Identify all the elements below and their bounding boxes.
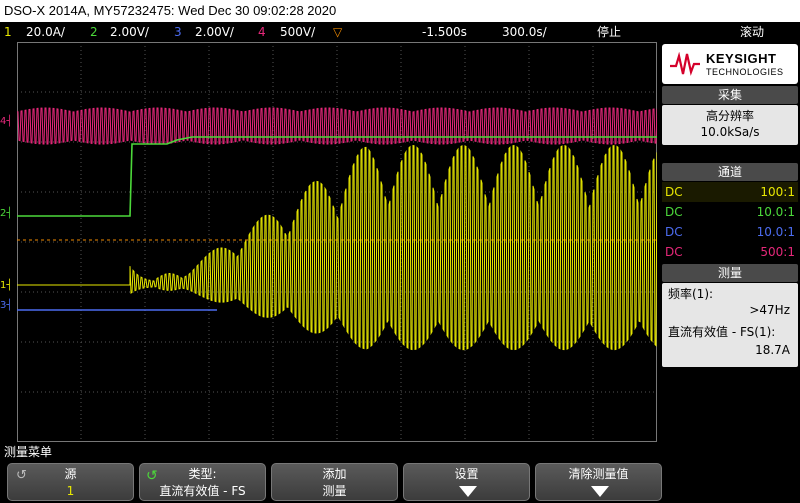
waveform-display[interactable] [17,42,657,442]
measure-header[interactable]: 测量 [662,264,798,282]
channel-row-2: DC 10.0:1 [662,202,798,222]
ch2-ground-marker[interactable]: 2┤ [0,208,12,220]
measure-rms-label: 直流有效值 - FS(1): [668,325,776,339]
keysight-wave-icon [670,52,700,76]
logo-line1: KEYSIGHT [706,51,777,66]
channel-row-4: DC 500:1 [662,242,798,262]
ch1-scale[interactable]: 20.0A/ [26,22,65,42]
ch1-ground-marker[interactable]: 1┤ [0,280,12,292]
arrow-down-icon [459,486,477,497]
channels-header[interactable]: 通道 [662,163,798,181]
measure-body: 频率(1): >47Hz 直流有效值 - FS(1): 18.7A [662,283,798,367]
info-panel: KEYSIGHT TECHNOLOGIES 采集 高分辨率 10.0kSa/s … [660,42,800,442]
softkey-type-label: 类型: [188,467,217,481]
keysight-logo: KEYSIGHT TECHNOLOGIES [662,44,798,84]
timebase-delay[interactable]: -1.500s [422,22,467,42]
softkey-type-value: 直流有效值 - FS [159,484,246,498]
softkey-source-label: 源 [64,467,77,481]
ch4-probe: 500:1 [760,245,795,259]
logo-line2: TECHNOLOGIES [706,67,784,77]
acquire-body: 高分辨率 10.0kSa/s [662,105,798,145]
ch2-coupling: DC [665,205,683,219]
measure-freq-label: 频率(1): [668,287,714,301]
trigger-mode: 滚动 [740,25,765,39]
ch2-number[interactable]: 2 [90,22,98,42]
measure-rms-value: 18.7A [755,343,790,357]
ch4-ground-marker[interactable]: 4┤ [0,116,12,128]
softkey-source-value: 1 [66,484,75,498]
acquire-rate: 10.0kSa/s [700,125,760,139]
softkey-source[interactable]: ↺ 源 1 [7,463,134,501]
window-title: DSO-X 2014A, MY57232475: Wed Dec 30 09:0… [0,0,800,22]
channels-body: DC 100:1 DC 10.0:1 DC 10.0:1 DC 500:1 [662,182,798,262]
menu-title: 测量菜单 [4,445,53,459]
softkey-settings[interactable]: 设置 [403,463,530,501]
ch1-coupling: DC [665,185,683,199]
channel-row-1: DC 100:1 [662,182,798,202]
softkey-clear-measurements[interactable]: 清除测量值 [535,463,662,501]
ch3-ground-marker[interactable]: 3┤ [0,300,12,312]
softkey-add-label: 添加 [322,467,347,481]
ch1-number[interactable]: 1 [4,22,12,42]
ch3-coupling: DC [665,225,683,239]
ch3-number[interactable]: 3 [174,22,182,42]
ch2-scale[interactable]: 2.00V/ [110,22,149,42]
ch4-coupling: DC [665,245,683,259]
channel-row-3: DC 10.0:1 [662,222,798,242]
ch4-number[interactable]: 4 [258,22,266,42]
softkey-clear-label: 清除测量值 [568,467,629,481]
timebase-scale[interactable]: 300.0s/ [502,22,547,42]
acquire-header[interactable]: 采集 [662,86,798,104]
measure-freq-value: >47Hz [749,303,790,317]
ch3-scale[interactable]: 2.00V/ [195,22,234,42]
ch1-probe: 100:1 [760,185,795,199]
run-state: 停止 [597,25,622,39]
softkey-type[interactable]: ↺ 类型: 直流有效值 - FS [139,463,266,501]
ch4-scale[interactable]: 500V/ [280,22,315,42]
ch3-probe: 10.0:1 [756,225,795,239]
softkey-settings-label: 设置 [454,467,479,481]
softkey-add-label2: 测量 [322,484,347,498]
trigger-position-marker: ▽ [333,25,343,39]
ch2-probe: 10.0:1 [756,205,795,219]
arrow-down-icon [591,486,609,497]
channel-settings-bar: 1 20.0A/ 2 2.00V/ 3 2.00V/ 4 500V/ ▽ -1.… [0,22,800,42]
acquire-mode: 高分辨率 [705,109,754,123]
softkey-add-measurement[interactable]: 添加 测量 [271,463,398,501]
